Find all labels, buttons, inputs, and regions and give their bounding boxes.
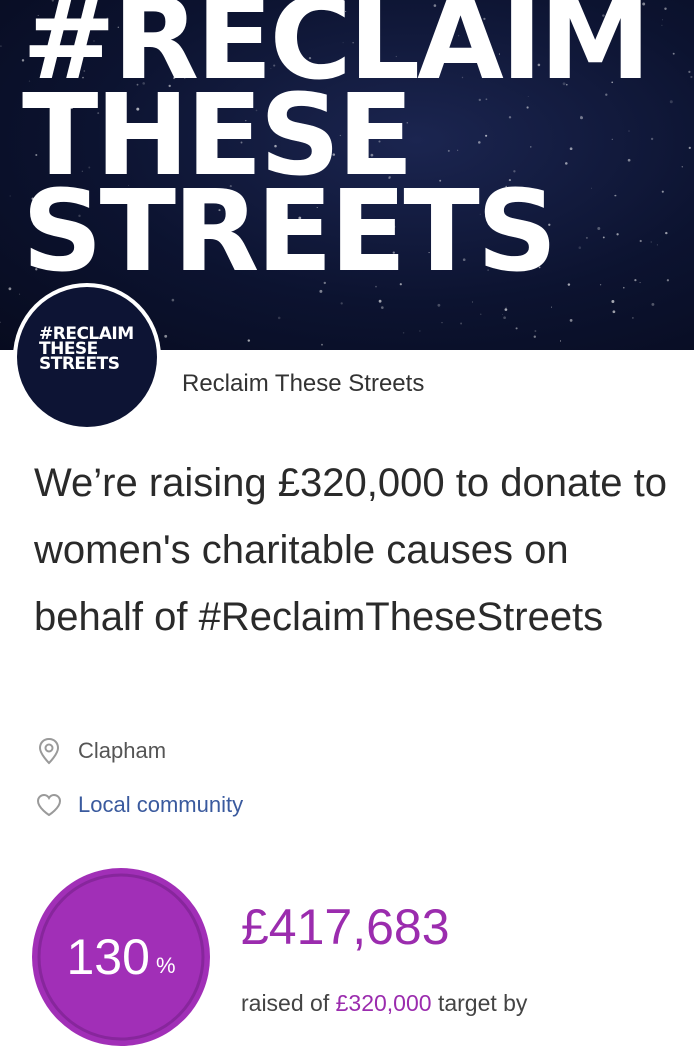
star-dot [559, 340, 562, 342]
heart-icon [34, 790, 64, 820]
star-dot [639, 282, 641, 284]
organizer-avatar[interactable]: #RECLAIM THESE STREETS [13, 283, 161, 431]
star-dot [612, 310, 616, 314]
star-dot [567, 283, 571, 286]
location-label: Clapham [78, 738, 167, 763]
star-dot [664, 7, 667, 11]
star-dot [681, 166, 683, 168]
avatar-logo-text: #RECLAIM THESE STREETS [39, 326, 134, 374]
star-dot [611, 300, 615, 303]
star-dot [164, 334, 168, 338]
star-dot [661, 24, 663, 26]
star-dot [402, 332, 405, 334]
amount-raised: £417,683 [241, 899, 450, 955]
star-dot [247, 339, 251, 342]
percent-sign: % [155, 953, 176, 978]
star-dot [669, 100, 673, 104]
star-dot [340, 302, 343, 305]
star-dot [503, 316, 506, 320]
star-dot [661, 190, 664, 193]
campaign-headline: We’re raising £320,000 to donate to wome… [34, 461, 668, 639]
star-dot [665, 231, 668, 235]
star-dot [502, 313, 503, 315]
star-dot [515, 327, 518, 330]
avatar-image: #RECLAIM THESE STREETS [17, 287, 157, 427]
target-amount: £320,000 [335, 990, 432, 1016]
star-dot [8, 287, 12, 291]
raised-suffix: target by [437, 990, 528, 1016]
star-dot [672, 52, 675, 55]
star-dot [321, 343, 323, 346]
star-dot [19, 293, 21, 295]
organizer-name[interactable]: Reclaim These Streets [182, 370, 424, 398]
star-dot [550, 306, 553, 308]
star-dot [650, 241, 652, 243]
star-dot [688, 70, 691, 74]
star-dot [378, 299, 382, 303]
star-dot [623, 286, 625, 289]
star-dot [9, 195, 11, 197]
star-dot [437, 303, 441, 307]
star-dot [471, 301, 474, 303]
star-dot [277, 316, 281, 320]
banner-title-line: STREETS [22, 167, 557, 297]
star-dot [632, 317, 634, 319]
raised-prefix: raised of [241, 990, 330, 1016]
star-dot [0, 45, 2, 47]
star-dot [569, 319, 573, 322]
star-dot [533, 335, 536, 338]
star-dot [0, 321, 1, 324]
star-dot [599, 284, 602, 286]
star-dot [441, 322, 443, 324]
star-dot [504, 308, 508, 311]
star-dot [651, 302, 655, 306]
star-dot [690, 75, 693, 79]
percent-value: 130 [66, 929, 150, 985]
banner-title: #RECLAIM THESE STREETS [22, 0, 651, 297]
star-dot [380, 306, 384, 309]
campaign-location: Clapham [34, 736, 166, 766]
progress-percent: 130 % [30, 866, 212, 1048]
star-dot [171, 298, 175, 302]
star-dot [534, 330, 537, 332]
star-dot [419, 330, 421, 332]
category-label: Local community [78, 792, 244, 817]
star-dot [688, 146, 691, 150]
star-dot [666, 279, 670, 282]
star-dot [662, 19, 664, 21]
raised-target-line: raised of £320,000 target by [241, 990, 527, 1017]
star-dot [460, 322, 463, 325]
star-dot [656, 244, 658, 246]
category-link[interactable]: Local community [34, 790, 243, 820]
star-dot [480, 313, 482, 315]
star-dot [650, 137, 654, 141]
avatar-line: STREETS [39, 354, 120, 374]
location-pin-icon [34, 736, 64, 766]
star-dot [505, 306, 507, 308]
